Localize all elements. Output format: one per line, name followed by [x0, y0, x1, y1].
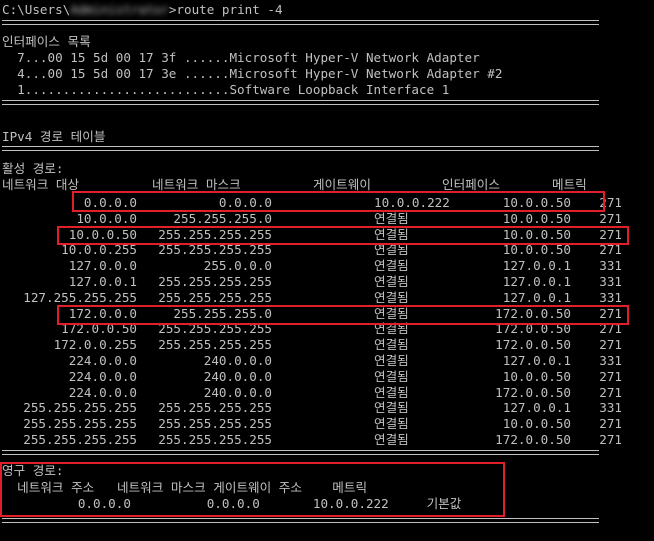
interface-list-title: 인터페이스 목록 — [2, 34, 91, 49]
route-gateway: 연결됨 — [374, 337, 409, 353]
route-netmask: 255.255.255.0 — [173, 210, 272, 226]
route-gateway: 연결됨 — [374, 432, 409, 447]
route-metric: 331 — [599, 289, 622, 305]
route-metric: 271 — [599, 432, 622, 447]
route-metric: 331 — [599, 274, 622, 289]
command-text: route print -4 — [176, 2, 283, 17]
route-netmask: 255.255.255.255 — [158, 400, 272, 416]
prompt-path-prefix: C:\Users\ — [2, 2, 71, 17]
interface-list-item: 7...00 15 5d 00 17 3f ......Microsoft Hy… — [2, 50, 480, 65]
route-gateway: 연결됨 — [374, 353, 409, 368]
command-prompt-line: C:\Users\Administrator>route print -4 — [2, 2, 283, 18]
route-metric: 271 — [599, 210, 622, 226]
route-netmask: 240.0.0.0 — [203, 384, 272, 400]
route-metric: 331 — [599, 353, 622, 368]
route-interface: 10.0.0.50 — [502, 368, 571, 384]
route-netmask: 255.255.255.255 — [158, 274, 272, 289]
route-interface: 10.0.0.50 — [502, 210, 571, 226]
route-destination: 224.0.0.0 — [68, 384, 137, 400]
highlight-box-network-route — [57, 305, 629, 325]
highlight-box-host-route — [57, 226, 629, 245]
route-gateway: 연결됨 — [374, 289, 409, 305]
route-destination: 10.0.0.0 — [76, 210, 137, 226]
route-netmask: 255.255.255.255 — [158, 337, 272, 353]
route-netmask: 255.255.255.255 — [158, 432, 272, 447]
route-destination: 255.255.255.255 — [23, 416, 137, 432]
route-gateway: 연결됨 — [374, 210, 409, 226]
route-netmask: 255.255.255.255 — [158, 416, 272, 432]
route-interface: 127.0.0.1 — [502, 353, 571, 368]
route-interface: 127.0.0.1 — [502, 274, 571, 289]
active-routes-label: 활성 경로: — [2, 161, 64, 176]
route-metric: 271 — [599, 416, 622, 432]
username-redacted: Administrator — [70, 2, 169, 17]
highlight-box-default-route — [72, 191, 605, 212]
route-metric: 271 — [599, 384, 622, 400]
route-metric: 271 — [599, 337, 622, 353]
route-destination: 172.0.0.255 — [53, 337, 137, 353]
interface-list-item: 4...00 15 5d 00 17 3e ......Microsoft Hy… — [2, 66, 503, 81]
highlight-box-persistent-routes — [0, 462, 505, 517]
separator-line — [2, 450, 599, 455]
route-interface: 127.0.0.1 — [502, 258, 571, 274]
route-destination: 224.0.0.0 — [68, 353, 137, 368]
separator-line — [2, 146, 599, 151]
route-metric: 331 — [599, 400, 622, 416]
ipv4-table-title: IPv4 경로 테이블 — [2, 129, 106, 144]
route-interface: 172.0.0.50 — [495, 337, 571, 353]
route-interface: 172.0.0.50 — [495, 384, 571, 400]
separator-line — [2, 518, 599, 523]
route-gateway: 연결됨 — [374, 384, 409, 400]
route-interface: 172.0.0.50 — [495, 432, 571, 447]
route-destination: 255.255.255.255 — [23, 432, 137, 447]
route-interface: 127.0.0.1 — [502, 289, 571, 305]
route-destination: 127.0.0.1 — [68, 274, 137, 289]
route-interface: 10.0.0.50 — [502, 416, 571, 432]
route-destination: 224.0.0.0 — [68, 368, 137, 384]
route-gateway: 연결됨 — [374, 400, 409, 416]
interface-list-item: 1...........................Software Loo… — [2, 82, 450, 97]
console-window[interactable]: C:\Users\Administrator>route print -4 인터… — [0, 0, 654, 541]
route-metric: 271 — [599, 368, 622, 384]
route-netmask: 255.0.0.0 — [203, 258, 272, 274]
column-header-destination: 네트워크 대상 — [2, 177, 80, 192]
route-netmask: 255.255.255.255 — [158, 289, 272, 305]
route-metric: 331 — [599, 258, 622, 274]
route-gateway: 연결됨 — [374, 416, 409, 432]
route-netmask: 240.0.0.0 — [203, 368, 272, 384]
route-gateway: 연결됨 — [374, 368, 409, 384]
route-destination: 255.255.255.255 — [23, 400, 137, 416]
route-gateway: 연결됨 — [374, 258, 409, 274]
route-destination: 127.0.0.0 — [68, 258, 137, 274]
route-netmask: 240.0.0.0 — [203, 353, 272, 368]
separator-line — [2, 100, 599, 105]
separator-line — [2, 20, 599, 25]
route-gateway: 연결됨 — [374, 274, 409, 289]
route-interface: 127.0.0.1 — [502, 400, 571, 416]
route-destination: 127.255.255.255 — [23, 289, 137, 305]
